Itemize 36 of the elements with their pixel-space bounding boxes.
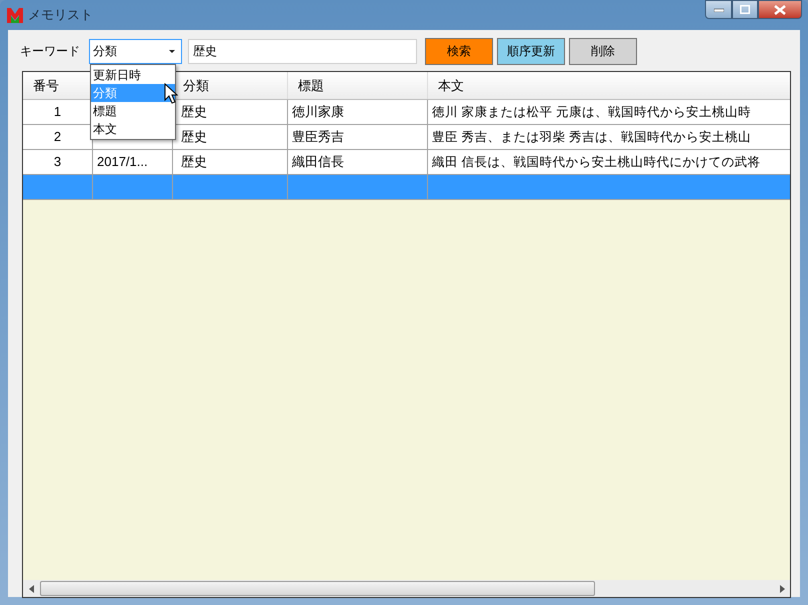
table-row[interactable]: 3 2017/1... 歴史 織田信長 織田 信長は、戦国時代から安土桃山時代にかけての武将 [23,150,790,175]
table-cell-text: 2 [54,128,62,146]
action-button[interactable]: 削除 [569,38,637,64]
minimize-icon [714,8,724,12]
table-cell-text: 織田信長 [292,153,344,172]
app-logo-icon [6,6,24,24]
table-cell-text: 豊臣 秀吉、または羽柴 秀吉は、戦国時代から安土桃山 [432,128,751,146]
close-button[interactable] [758,0,802,19]
search-field[interactable]: 歴史 [188,38,417,64]
column-header[interactable]: 本文 [428,72,790,99]
table-cell-text: 徳川家康 [292,103,344,122]
action-button[interactable]: 順序更新 [497,38,565,64]
horizontal-scrollbar[interactable] [23,580,790,597]
table-cell-text: 歴史 [181,128,207,146]
field-dropdown[interactable]: 分類 [89,38,182,64]
dropdown-option[interactable]: 更新日時 [91,66,175,84]
table-cell-text: 1 [54,103,62,122]
maximize-button[interactable] [732,0,758,19]
table-cell-text: 豊臣秀吉 [292,128,344,146]
window-title: メモリスト [28,6,93,24]
action-button[interactable]: 検索 [425,38,493,64]
dropdown-option[interactable]: 標題 [91,102,175,120]
scroll-right-icon[interactable] [778,584,784,592]
table-cell-text: 歴史 [181,153,207,172]
table-cell-text: 徳川 家康または松平 元康は、戦国時代から安土桃山時 [432,104,751,121]
caret-icon [168,48,176,54]
column-header[interactable]: 標題 [288,72,428,99]
table-cell-text: 3 [54,153,62,172]
table-cell-text: 織田 信長は、戦国時代から安土桃山時代にかけての武将 [432,154,760,171]
close-icon [774,4,786,14]
maximize-icon [740,5,750,14]
table-cell-text: 歴史 [181,103,207,122]
keyword-label: キーワード [20,43,81,60]
table-cell-text: 2017/1... [97,153,148,172]
minimize-button[interactable] [705,0,732,19]
scroll-left-icon[interactable] [28,584,34,592]
